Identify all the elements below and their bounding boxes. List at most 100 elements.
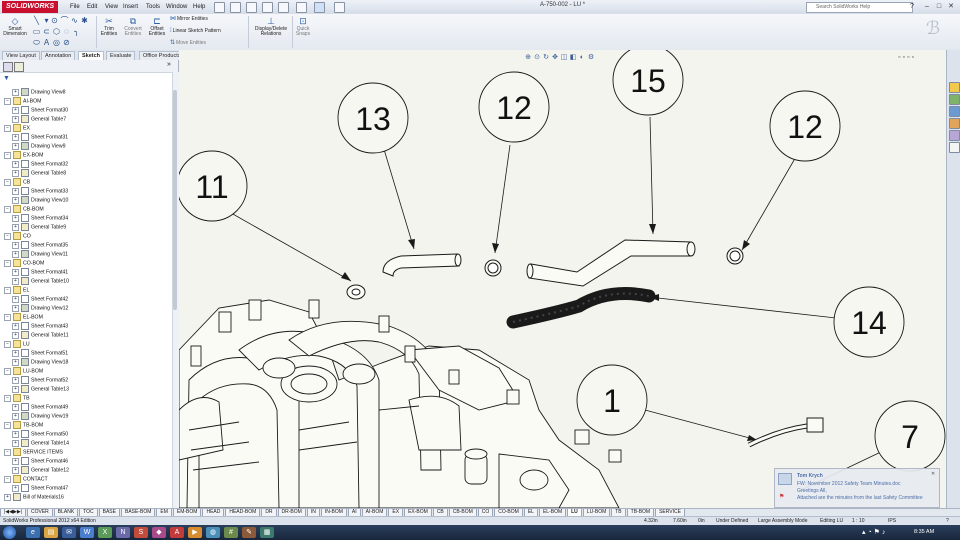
expand-toggle-icon[interactable]: − — [4, 421, 11, 429]
tree-node-general-table8[interactable]: + General Table8 — [0, 169, 170, 178]
tree-node-bill-of-materials16[interactable]: + Bill of Materials16 — [0, 493, 170, 502]
tree-node-cb[interactable]: − CB — [0, 178, 170, 187]
menu-help[interactable]: Help — [193, 2, 205, 12]
browser-icon[interactable]: ◍ — [206, 527, 220, 538]
expand-toggle-icon[interactable]: + — [12, 484, 19, 492]
fillet-icon[interactable]: ╮ — [72, 27, 81, 36]
tree-node-drawing-view11[interactable]: + Drawing View11 — [0, 250, 170, 259]
rectangle-icon[interactable]: ▭ — [32, 27, 41, 36]
linear-pattern-button[interactable]: ⁞Linear Sketch Pattern — [170, 28, 221, 35]
spline-icon[interactable]: ∿ — [70, 16, 79, 25]
tab-annotation[interactable]: Annotation — [41, 51, 76, 60]
tree-node-ai-bom[interactable]: − AI-BOM — [0, 97, 170, 106]
close-icon[interactable]: ✕ — [946, 2, 956, 11]
expand-toggle-icon[interactable]: − — [4, 313, 11, 321]
engine-assembly[interactable] — [179, 299, 622, 508]
tree-node-sheet-format32[interactable]: + Sheet Format32 — [0, 160, 170, 169]
expand-toggle-icon[interactable]: − — [4, 367, 11, 375]
folder-icon[interactable]: ▦ — [260, 527, 274, 538]
expand-toggle-icon[interactable]: − — [4, 151, 11, 159]
expand-toggle-icon[interactable]: − — [4, 340, 11, 348]
resources-icon[interactable] — [949, 82, 960, 93]
expand-toggle-icon[interactable]: + — [12, 412, 19, 420]
part-13-elbow-hose[interactable] — [382, 253, 460, 277]
menu-file[interactable]: File — [70, 2, 80, 12]
menu-view[interactable]: View — [105, 2, 118, 12]
expand-toggle-icon[interactable]: + — [12, 466, 19, 474]
tab-office-products[interactable]: Office Products — [139, 51, 185, 60]
options-icon[interactable] — [334, 2, 345, 13]
circle-icon[interactable]: ⊙ — [50, 16, 59, 25]
custom-properties-icon[interactable] — [949, 142, 960, 153]
menu-insert[interactable]: Insert — [123, 2, 138, 12]
select-icon[interactable] — [314, 2, 325, 13]
expand-toggle-icon[interactable]: − — [4, 97, 11, 105]
tree-node-el[interactable]: − EL — [0, 286, 170, 295]
tree-node-service-items[interactable]: − SERVICE ITEMS — [0, 448, 170, 457]
tree-node-sheet-format50[interactable]: + Sheet Format50 — [0, 430, 170, 439]
property-manager-icon[interactable] — [14, 62, 24, 72]
tree-node-sheet-format30[interactable]: + Sheet Format30 — [0, 106, 170, 115]
pan-icon[interactable]: ✥ — [551, 54, 559, 62]
filter-icon[interactable]: ▼ — [3, 75, 10, 82]
expand-toggle-icon[interactable]: + — [12, 268, 19, 276]
minimize-icon[interactable]: – — [922, 2, 932, 11]
start-button[interactable] — [3, 526, 16, 539]
tree-node-co-bom[interactable]: − CO-BOM — [0, 259, 170, 268]
expand-toggle-icon[interactable]: + — [12, 403, 19, 411]
ellipse-icon[interactable]: ◌ — [62, 27, 71, 36]
tree-node-sheet-format52[interactable]: + Sheet Format52 — [0, 376, 170, 385]
expand-toggle-icon[interactable]: + — [12, 385, 19, 393]
tab-view-layout[interactable]: View Layout — [2, 51, 40, 60]
tree-node-ex-bom[interactable]: − EX-BOM — [0, 151, 170, 160]
onenote-icon[interactable]: N — [116, 527, 130, 538]
paint-icon[interactable]: ✎ — [242, 527, 256, 538]
tree-node-co[interactable]: − CO — [0, 232, 170, 241]
ie-icon[interactable]: e — [26, 527, 40, 538]
tree-node-drawing-view9[interactable]: + Drawing View9 — [0, 142, 170, 151]
trim-entities-button[interactable]: ✂ Trim Entities — [99, 17, 119, 37]
tree-node-general-table12[interactable]: + General Table12 — [0, 466, 170, 475]
clock[interactable]: 8:35 AM — [914, 527, 934, 538]
expand-toggle-icon[interactable]: − — [4, 394, 11, 402]
viewport-window-controls-icon[interactable]: ▫▫▫▫ — [898, 54, 916, 61]
tree-node-lu[interactable]: − LU — [0, 340, 170, 349]
maximize-icon[interactable]: □ — [934, 2, 944, 11]
expand-toggle-icon[interactable]: + — [12, 322, 19, 330]
expand-toggle-icon[interactable]: + — [12, 214, 19, 222]
tree-node-general-table9[interactable]: + General Table9 — [0, 223, 170, 232]
email-notification[interactable]: Tom Krych FW: November 2012 Safety Team … — [774, 468, 940, 508]
menu-window[interactable]: Window — [166, 2, 187, 12]
tree-node-sheet-format51[interactable]: + Sheet Format51 — [0, 349, 170, 358]
expand-toggle-icon[interactable]: + — [12, 349, 19, 357]
tab-evaluate[interactable]: Evaluate — [106, 51, 136, 60]
display-delete-relations-button[interactable]: ⊥ Display/Delete Relations — [252, 17, 290, 37]
menu-edit[interactable]: Edit — [87, 2, 97, 12]
expand-toggle-icon[interactable]: + — [12, 187, 19, 195]
tree-node-drawing-view8[interactable]: + Drawing View8 — [0, 88, 170, 97]
expand-toggle-icon[interactable]: + — [12, 160, 19, 168]
tree-node-el-bom[interactable]: − EL-BOM — [0, 313, 170, 322]
explorer-icon[interactable]: ▤ — [44, 527, 58, 538]
expand-panel-icon[interactable]: » — [167, 61, 171, 68]
smart-dimension-button[interactable]: ◇ Smart Dimension — [2, 17, 28, 37]
word-icon[interactable]: W — [80, 527, 94, 538]
expand-toggle-icon[interactable]: + — [12, 439, 19, 447]
file-explorer-icon[interactable] — [949, 106, 960, 117]
notification-close-icon[interactable]: ✕ — [931, 471, 935, 477]
expand-toggle-icon[interactable]: + — [12, 169, 19, 177]
expand-toggle-icon[interactable]: − — [4, 178, 11, 186]
tree-node-ex[interactable]: − EX — [0, 124, 170, 133]
tree-node-sheet-format34[interactable]: + Sheet Format34 — [0, 214, 170, 223]
slot-icon[interactable]: ⊂ — [42, 27, 51, 36]
expand-toggle-icon[interactable]: + — [12, 295, 19, 303]
acrobat-icon[interactable]: A — [170, 527, 184, 538]
zoom-area-icon[interactable]: ⊙ — [533, 54, 541, 62]
tree-node-general-table7[interactable]: + General Table7 — [0, 115, 170, 124]
part-15-tube[interactable] — [528, 239, 692, 287]
display-style-icon[interactable]: ◧ — [569, 54, 577, 62]
zoom-to-fit-icon[interactable]: ⊕ — [524, 54, 532, 62]
expand-toggle-icon[interactable]: + — [12, 250, 19, 258]
tree-node-drawing-view12[interactable]: + Drawing View12 — [0, 304, 170, 313]
open-icon[interactable] — [230, 2, 241, 13]
